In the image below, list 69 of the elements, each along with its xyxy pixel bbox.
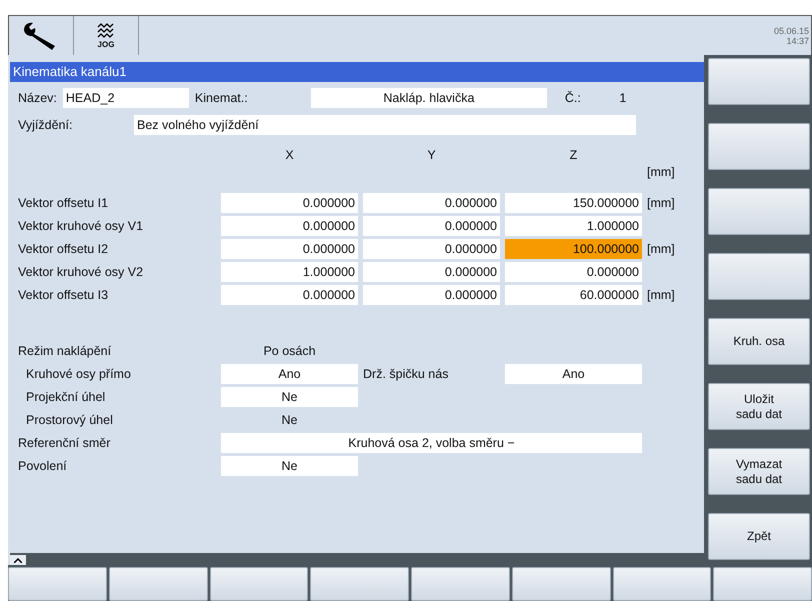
setting-label: Projekční úhel xyxy=(25,390,106,404)
value-field[interactable]: 1.000000 xyxy=(221,262,358,282)
window-title: Kinematika kanálu1 xyxy=(10,62,704,82)
setting-value: Ne xyxy=(280,413,298,427)
setting-label: Povolení xyxy=(18,459,68,473)
setting-field[interactable]: Ne xyxy=(221,456,358,476)
column-header: Z xyxy=(568,148,578,162)
retract-field[interactable]: Bez volného vyjíždění xyxy=(134,115,636,135)
softkey[interactable] xyxy=(108,567,208,601)
setting-field[interactable]: Ano xyxy=(505,364,642,384)
date-text: 05.06.15 xyxy=(774,26,809,36)
setting-field[interactable]: Ano xyxy=(221,364,358,384)
softkey[interactable]: Kruh. osa xyxy=(708,318,810,365)
kinematics-label: Kinemat.: xyxy=(194,91,249,105)
row-label: Vektor offsetu I1 xyxy=(18,196,110,210)
setting-field[interactable]: Kruhová osa 2, volba směru − xyxy=(221,433,642,453)
value-field[interactable]: 0.000000 xyxy=(221,193,358,213)
softkey[interactable] xyxy=(310,567,409,601)
softkey[interactable] xyxy=(512,567,610,601)
setting-value: Po osách xyxy=(262,344,317,358)
value-field[interactable]: 60.000000 xyxy=(505,285,642,305)
softkey[interactable] xyxy=(612,567,712,601)
time-text: 14:37 xyxy=(786,36,809,46)
scroll-up-button[interactable] xyxy=(10,555,26,565)
setting-label: Režim naklápění xyxy=(18,344,112,358)
setting-label: Drž. špičku nás xyxy=(363,367,450,381)
name-field[interactable]: HEAD_2 xyxy=(62,88,189,108)
value-field[interactable]: 0.000000 xyxy=(221,285,358,305)
softkey[interactable] xyxy=(713,567,812,601)
kinematics-field[interactable]: Nakláp. hlavička xyxy=(310,88,547,108)
row-label: Vektor kruhové osy V2 xyxy=(18,265,144,279)
setting-label: Kruhové osy přímo xyxy=(25,367,132,381)
value-field[interactable]: 0.000000 xyxy=(505,262,642,282)
softkey[interactable] xyxy=(708,58,810,105)
name-label: Název: xyxy=(18,91,57,105)
value-field[interactable]: 0.000000 xyxy=(363,285,500,305)
softkey[interactable]: Vymazat sadu dat xyxy=(708,448,810,495)
softkey[interactable] xyxy=(411,567,510,601)
value-field[interactable]: 100.000000 xyxy=(505,239,642,259)
setting-label: Referenční směr xyxy=(18,436,112,450)
softkey[interactable]: Zpět xyxy=(708,513,810,560)
row-label: Vektor offsetu I2 xyxy=(18,242,110,256)
caret-icon xyxy=(14,558,22,562)
unit-label: [mm] xyxy=(647,242,676,256)
value-field[interactable]: 1.000000 xyxy=(505,216,642,236)
setting-field[interactable]: Ne xyxy=(221,387,358,407)
unit-label: [mm] xyxy=(647,196,676,210)
value-field[interactable]: 0.000000 xyxy=(363,216,500,236)
row-label: Vektor offsetu I3 xyxy=(18,288,110,302)
value-field[interactable]: 150.000000 xyxy=(505,193,642,213)
unit-header: [mm] xyxy=(647,165,676,179)
retract-label: Vyjíždění: xyxy=(18,118,74,132)
row-label: Vektor kruhové osy V1 xyxy=(18,219,144,233)
setting-label: Prostorový úhel xyxy=(25,413,114,427)
softkey[interactable] xyxy=(210,567,308,601)
value-field[interactable]: 0.000000 xyxy=(363,239,500,259)
value-field[interactable]: 0.000000 xyxy=(221,216,358,236)
softkey[interactable] xyxy=(708,123,810,170)
column-header: X xyxy=(284,148,295,162)
softkey[interactable]: Uložit sadu dat xyxy=(708,383,810,430)
unit-label: [mm] xyxy=(647,288,676,302)
number-value: 1 xyxy=(618,90,628,107)
column-header: Y xyxy=(426,148,437,162)
value-field[interactable]: 0.000000 xyxy=(221,239,358,259)
softkey[interactable] xyxy=(708,253,810,300)
value-field[interactable]: 0.000000 xyxy=(363,193,500,213)
value-field[interactable]: 0.000000 xyxy=(363,262,500,282)
softkey[interactable] xyxy=(708,188,810,235)
number-label: Č.: xyxy=(564,91,582,105)
